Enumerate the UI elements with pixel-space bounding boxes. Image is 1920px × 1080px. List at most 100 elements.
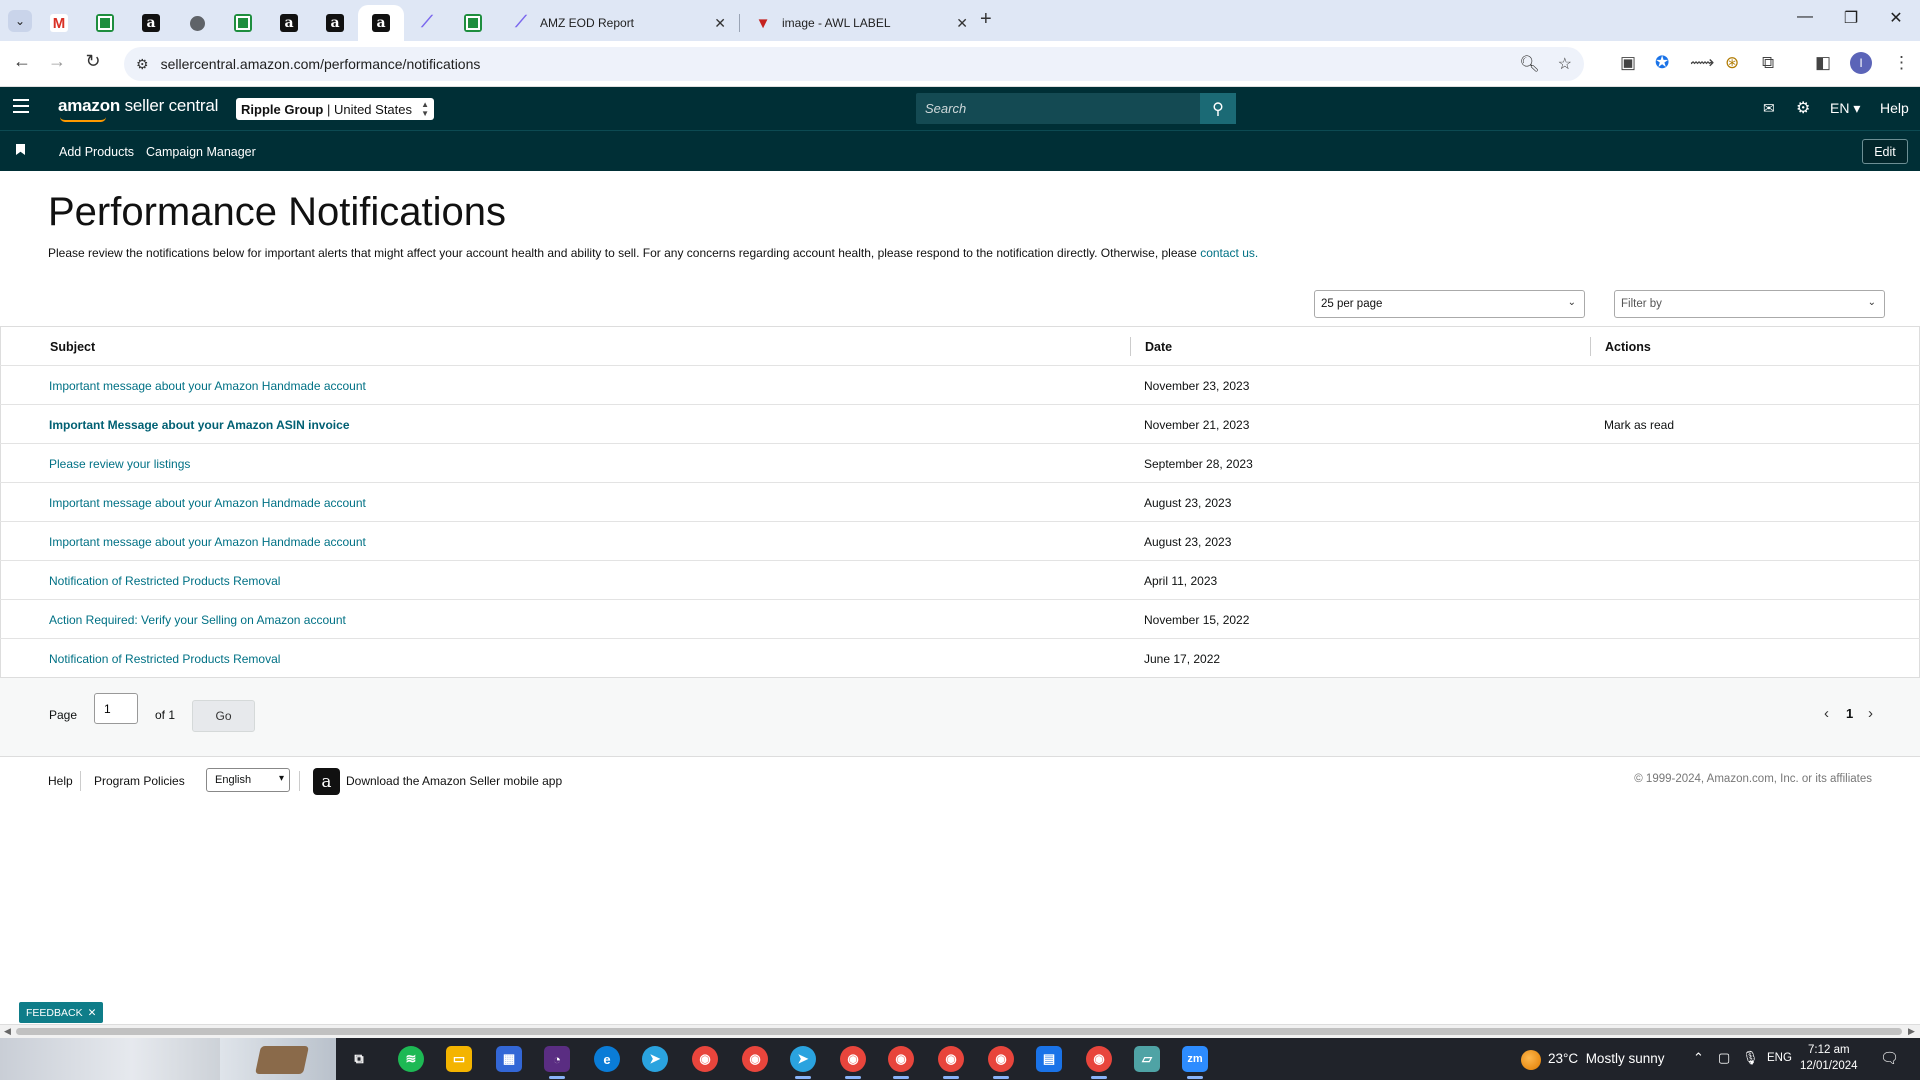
extension-icon[interactable]: ⊛ — [1725, 53, 1739, 73]
notification-subject-link[interactable]: Important message about your Amazon Hand… — [49, 535, 366, 549]
notification-subject-link[interactable]: Important message about your Amazon Hand… — [49, 496, 366, 510]
scrollbar-thumb[interactable] — [16, 1028, 1902, 1035]
chevron-right-icon[interactable]: › — [1868, 705, 1873, 722]
chevron-left-icon[interactable]: ‹ — [1824, 705, 1829, 722]
app-icon[interactable]: ◔ — [544, 1046, 570, 1079]
close-icon[interactable]: ✕ — [88, 1007, 97, 1019]
extension-icon[interactable]: ✪ — [1655, 53, 1669, 73]
address-bar[interactable]: ⚙ sellercentral.amazon.com/performance/n… — [124, 47, 1584, 81]
zoom-icon[interactable]: 🔍︎ — [1519, 54, 1539, 74]
horizontal-scrollbar[interactable]: ◀ ▶ — [0, 1024, 1920, 1038]
scroll-left-arrow-icon[interactable]: ◀ — [4, 1026, 11, 1037]
help-link[interactable]: Help — [1880, 100, 1909, 116]
close-icon[interactable]: ✕ — [714, 15, 726, 32]
url-text[interactable]: sellercentral.amazon.com/performance/not… — [161, 56, 1502, 72]
filter-select[interactable]: Filter by ⌄ — [1614, 290, 1885, 318]
pinned-tab[interactable]: a — [358, 5, 404, 41]
notes-icon[interactable]: ▱ — [1134, 1046, 1160, 1072]
notification-subject-link[interactable]: Important message about your Amazon Hand… — [49, 379, 366, 393]
scroll-right-arrow-icon[interactable]: ▶ — [1908, 1026, 1915, 1037]
more-menu-icon[interactable]: ⋮ — [1893, 53, 1910, 73]
contact-us-link[interactable]: contact us. — [1200, 246, 1258, 260]
telegram-icon[interactable]: ➤ — [642, 1046, 668, 1072]
calculator-icon[interactable]: ▦ — [496, 1046, 522, 1072]
input-language[interactable]: ENG — [1767, 1052, 1792, 1064]
edge-icon[interactable]: e — [594, 1046, 620, 1072]
page-number-input[interactable] — [94, 693, 138, 724]
hamburger-menu-icon[interactable] — [13, 99, 29, 113]
feedback-button[interactable]: FEEDBACK ✕ — [19, 1002, 104, 1023]
chrome-profile-icon[interactable]: ◉ — [1086, 1046, 1112, 1079]
microphone-icon[interactable]: 🎙︎ — [1742, 1050, 1759, 1066]
pinned-tab[interactable] — [174, 5, 220, 41]
chrome-icon[interactable]: ◉ — [692, 1046, 718, 1072]
pinned-tab[interactable]: ⟋ — [404, 5, 450, 41]
seller-central-logo[interactable]: amazon seller central — [58, 96, 218, 116]
file-explorer-icon[interactable]: ▭ — [446, 1046, 472, 1072]
zoom-app-icon[interactable]: zm — [1182, 1046, 1208, 1079]
bookmark-star-icon[interactable]: ☆ — [1558, 54, 1572, 74]
notification-subject-link[interactable]: Notification of Restricted Products Remo… — [49, 574, 280, 588]
new-tab-button[interactable]: + — [980, 8, 992, 31]
side-panel-icon[interactable]: ◧ — [1815, 53, 1831, 73]
weather-sun-icon[interactable] — [1521, 1050, 1541, 1070]
campaign-manager-link[interactable]: Campaign Manager — [146, 145, 256, 159]
restore-button[interactable]: ❐ — [1831, 8, 1871, 28]
mark-as-read-action[interactable]: Mark as read — [1604, 405, 1674, 444]
profile-avatar[interactable]: I — [1850, 52, 1872, 74]
pinned-tab[interactable] — [220, 5, 266, 41]
edit-button[interactable]: Edit — [1862, 139, 1908, 164]
current-page-number[interactable]: 1 — [1846, 706, 1853, 721]
notification-subject-link[interactable]: Notification of Restricted Products Remo… — [49, 652, 280, 666]
chrome-profile-icon[interactable]: ◉ — [938, 1046, 964, 1079]
pinned-tab[interactable]: a — [312, 5, 358, 41]
network-icon[interactable]: ▢ — [1718, 1050, 1730, 1066]
reload-button[interactable]: ↻ — [80, 51, 106, 72]
chevron-up-icon[interactable]: ⌃ — [1693, 1050, 1704, 1066]
per-page-select[interactable]: 25 per page ⌄ — [1314, 290, 1585, 318]
column-header-subject[interactable]: Subject — [50, 327, 95, 366]
add-products-link[interactable]: Add Products — [59, 145, 134, 159]
notification-subject-link[interactable]: Action Required: Verify your Selling on … — [49, 613, 346, 627]
chrome-profile-icon[interactable]: ◉ — [742, 1046, 768, 1072]
go-button[interactable]: Go — [192, 700, 255, 732]
taskbar-search-box[interactable] — [0, 1038, 220, 1080]
notification-subject-link[interactable]: Important Message about your Amazon ASIN… — [49, 418, 350, 432]
close-icon[interactable]: ✕ — [956, 15, 968, 32]
site-info-icon[interactable]: ⚙ — [136, 56, 149, 73]
pinned-tab[interactable]: a — [266, 5, 312, 41]
system-clock[interactable]: 7:12 am 12/01/2024 — [1800, 1042, 1858, 1074]
notification-center-icon[interactable]: 🗨︎ — [1880, 1049, 1899, 1067]
task-view-icon[interactable]: ⧉ — [346, 1046, 372, 1072]
gear-icon[interactable]: ⚙ — [1796, 98, 1810, 118]
download-app-link[interactable]: Download the Amazon Seller mobile app — [346, 774, 562, 788]
pinned-tab[interactable]: M — [36, 5, 82, 41]
language-selector[interactable]: EN ▾ — [1830, 100, 1860, 117]
chrome-profile-icon[interactable]: ◉ — [988, 1046, 1014, 1079]
extension-off-icon[interactable]: ▣ — [1620, 53, 1636, 73]
extension-icon[interactable]: ⟿ — [1690, 53, 1714, 73]
extensions-puzzle-icon[interactable]: ⧉ — [1762, 53, 1774, 73]
footer-language-select[interactable]: English ▾ — [206, 768, 290, 792]
chrome-active-icon[interactable]: ◉ — [840, 1046, 866, 1079]
forward-button[interactable]: → — [44, 51, 70, 72]
spotify-icon[interactable]: ≋ — [398, 1046, 424, 1072]
footer-help-link[interactable]: Help — [48, 774, 73, 788]
calendar-icon[interactable]: ▤ — [1036, 1046, 1062, 1072]
close-window-button[interactable]: ✕ — [1876, 8, 1916, 28]
bookmark-icon[interactable] — [16, 144, 25, 155]
minimize-button[interactable]: — — [1785, 8, 1825, 26]
mail-icon[interactable]: ✉ — [1763, 100, 1775, 117]
weather-widget[interactable]: 23°C Mostly sunny — [1548, 1051, 1664, 1066]
search-button[interactable]: ⚲ — [1200, 93, 1236, 124]
search-input[interactable] — [916, 93, 1192, 124]
tab-awl-label[interactable]: ▼ image - AWL LABEL ✕ — [742, 5, 980, 41]
back-button[interactable]: ← — [9, 51, 35, 72]
column-header-date[interactable]: Date — [1145, 327, 1172, 366]
pinned-tab[interactable] — [450, 5, 496, 41]
program-policies-link[interactable]: Program Policies — [94, 774, 185, 788]
amazon-app-icon[interactable]: a — [313, 768, 340, 795]
notification-subject-link[interactable]: Please review your listings — [49, 457, 190, 471]
pinned-tab[interactable] — [82, 5, 128, 41]
tab-search-button[interactable]: ⌄ — [8, 10, 32, 32]
